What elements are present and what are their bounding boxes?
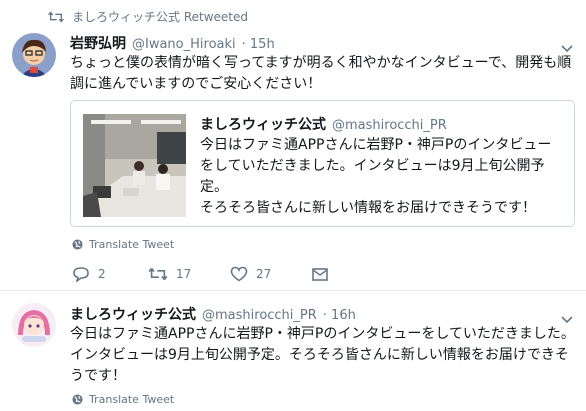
timestamp[interactable]: · 16h bbox=[323, 308, 356, 323]
quoted-display-name[interactable]: ましろウィッチ公式 bbox=[200, 114, 326, 134]
tweet-actions: 2 17 27 bbox=[72, 266, 328, 282]
retweet-count: 17 bbox=[176, 267, 192, 281]
avatar[interactable] bbox=[12, 33, 56, 77]
tweet-text-line: うです！ bbox=[70, 368, 126, 384]
retweet-icon bbox=[48, 11, 64, 22]
heart-icon bbox=[230, 266, 248, 282]
user-handle[interactable]: @mashirocchi_PR bbox=[202, 308, 317, 323]
retweet-button[interactable]: 17 bbox=[148, 266, 230, 282]
like-count: 27 bbox=[256, 267, 272, 281]
quoted-text-line: 今日はファミ通APPさんに岩野P・神戸Pのインタビュー bbox=[200, 137, 552, 153]
timestamp[interactable]: · 15h bbox=[242, 37, 275, 52]
tweet-text-line: 調に進んでいますのでご安心ください！ bbox=[70, 76, 322, 92]
display-name[interactable]: ましろウィッチ公式 bbox=[70, 304, 196, 324]
reply-icon bbox=[73, 267, 89, 282]
quoted-tweet-text: 今日はファミ通APPさんに岩野P・神戸Pのインタビュー をしていただきました。イ… bbox=[200, 135, 570, 219]
user-handle[interactable]: @Iwano_Hiroaki bbox=[132, 37, 236, 52]
quoted-user-handle[interactable]: @mashirocchi_PR bbox=[332, 118, 447, 133]
tweet-divider bbox=[0, 290, 586, 291]
tweet-text: 今日はファミ通APPさんに岩野P・神戸Pのインタビューをしていただきました。 イ… bbox=[70, 324, 582, 387]
quoted-tweet-header: ましろウィッチ公式 @mashirocchi_PR bbox=[200, 114, 447, 134]
tweet-text-line: 今日はファミ通APPさんに岩野P・神戸Pのインタビューをしていただきました。 bbox=[70, 326, 575, 342]
reply-count: 2 bbox=[98, 267, 106, 281]
translate-tweet-label: Translate Tweet bbox=[89, 238, 175, 251]
direct-message-button[interactable] bbox=[312, 267, 328, 281]
quoted-tweet-card[interactable]: ましろウィッチ公式 @mashirocchi_PR 今日はファミ通APPさんに岩… bbox=[70, 100, 575, 227]
tweet-header: ましろウィッチ公式 @mashirocchi_PR · 16h bbox=[70, 304, 356, 324]
retweet-header-text: ましろウィッチ公式 Retweeted bbox=[72, 10, 248, 24]
tweet-header: 岩野弘明 @Iwano_Hiroaki · 15h bbox=[70, 33, 275, 53]
tweet-text: ちょっと僕の表情が暗く写ってますが明るく和やかなインタビューで、開発も順 調に進… bbox=[70, 53, 580, 95]
translate-tweet-label: Translate Tweet bbox=[89, 393, 175, 406]
retweet-icon bbox=[148, 267, 168, 281]
globe-icon bbox=[72, 394, 83, 405]
envelope-icon bbox=[312, 267, 328, 281]
reply-button[interactable]: 2 bbox=[72, 266, 148, 282]
tweet-text-line: ちょっと僕の表情が暗く写ってますが明るく和やかなインタビューで、開発も順 bbox=[70, 55, 572, 71]
globe-icon bbox=[72, 239, 83, 250]
display-name[interactable]: 岩野弘明 bbox=[70, 33, 126, 53]
avatar[interactable] bbox=[12, 303, 56, 347]
like-button[interactable]: 27 bbox=[230, 266, 312, 282]
quoted-text-line: そろそろ皆さんに新しい情報をお届けできそうです！ bbox=[200, 200, 536, 216]
translate-tweet-link[interactable]: Translate Tweet bbox=[72, 393, 174, 406]
retweet-header: ましろウィッチ公式 Retweeted bbox=[48, 8, 248, 25]
quoted-text-line: をしていただきました。インタビューは9月上旬公開予定。 bbox=[200, 158, 545, 195]
translate-tweet-link[interactable]: Translate Tweet bbox=[72, 238, 174, 251]
tweet-text-line: インタビューは9月上旬公開予定。そろそろ皆さんに新しい情報をお届けできそ bbox=[70, 347, 569, 363]
quoted-tweet-photo[interactable] bbox=[83, 114, 186, 217]
